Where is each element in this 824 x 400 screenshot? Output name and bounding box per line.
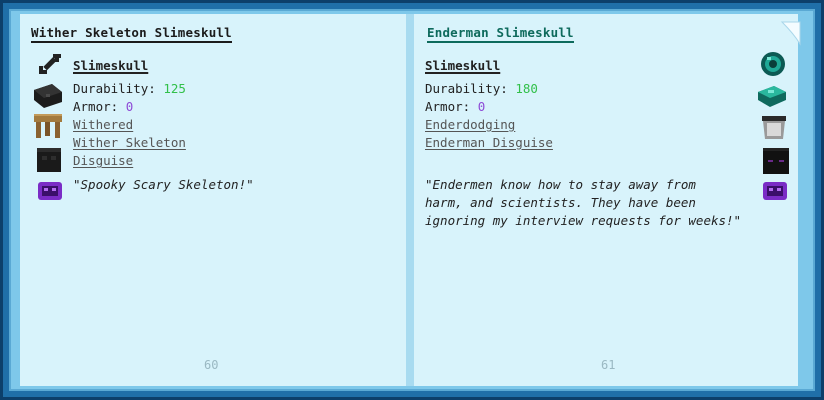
- left-armor: Armor: 0: [73, 99, 133, 114]
- left-page-number: 60: [204, 358, 219, 372]
- armor-value: 0: [477, 99, 486, 114]
- right-armor: Armor: 0: [425, 99, 485, 114]
- quote-line: ignoring my interview requests for weeks…: [425, 213, 742, 228]
- durability-label: Durability:: [73, 81, 156, 96]
- page-corner-icon[interactable]: [780, 20, 802, 46]
- left-page-title: Wither Skeleton Slimeskull: [31, 25, 232, 43]
- modifier-link-wither-skeleton[interactable]: Wither Skeleton: [73, 135, 186, 150]
- modifier-link-disguise[interactable]: Disguise: [73, 153, 133, 168]
- armor-label: Armor:: [73, 99, 119, 114]
- left-item-name: Slimeskull: [73, 58, 149, 73]
- wither-skull-icon: [37, 148, 61, 172]
- right-page-number: 61: [601, 358, 616, 372]
- armor-label: Armor:: [425, 99, 471, 114]
- right-flavor-quote: "Endermen know how to stay away from har…: [425, 176, 741, 230]
- right-page-title[interactable]: Enderman Slimeskull: [427, 25, 574, 43]
- enderman-head-icon: [763, 148, 789, 174]
- purple-slime-icon: [763, 182, 787, 200]
- right-item-name: Slimeskull: [425, 58, 501, 73]
- armor-value: 0: [125, 99, 134, 114]
- ender-pearl-icon: [761, 52, 785, 76]
- left-durability: Durability: 125: [73, 81, 186, 96]
- ender-slab-icon: [758, 86, 786, 107]
- durability-value: 125: [163, 81, 186, 96]
- modifier-link-enderdodging[interactable]: Enderdodging: [425, 117, 515, 132]
- purple-slime-icon: [38, 182, 62, 200]
- wood-table-icon: [34, 114, 62, 138]
- durability-value: 180: [515, 81, 538, 96]
- quote-line: "Endermen know how to stay away from: [425, 177, 696, 192]
- durability-label: Durability:: [425, 81, 508, 96]
- left-flavor-quote: "Spooky Scary Skeleton!": [73, 177, 254, 192]
- bucket-icon: [762, 116, 786, 139]
- right-durability: Durability: 180: [425, 81, 538, 96]
- quote-line: harm, and scientists. They have been: [425, 195, 696, 210]
- modifier-link-withered[interactable]: Withered: [73, 117, 133, 132]
- bone-icon: [39, 54, 61, 74]
- coal-block-icon: [34, 84, 62, 108]
- modifier-link-enderman-disguise[interactable]: Enderman Disguise: [425, 135, 553, 150]
